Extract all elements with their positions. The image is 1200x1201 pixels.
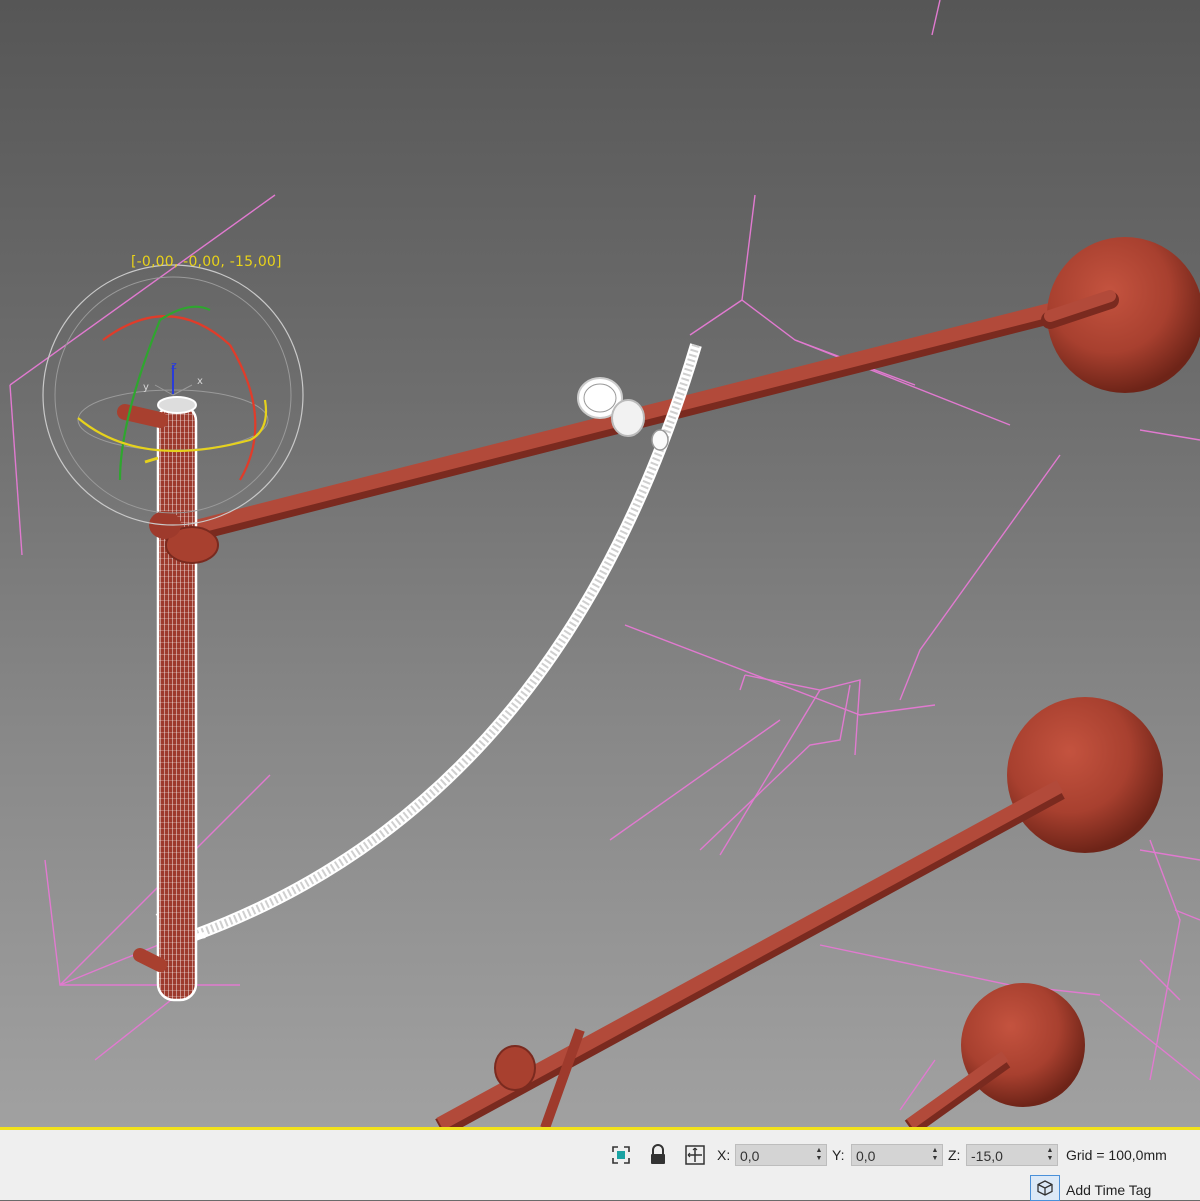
y-label: Y: <box>832 1147 845 1163</box>
perspective-viewport[interactable]: z y x [-0,00, -0,00, -15,00] <box>0 0 1200 1128</box>
z-spinner-arrows-icon[interactable]: ▲ ▼ <box>1045 1147 1055 1165</box>
x-coordinate-field[interactable]: 0,0 ▲ ▼ <box>735 1144 827 1166</box>
absolute-offset-icon[interactable] <box>682 1142 708 1168</box>
middle-ball <box>1007 697 1163 853</box>
upper-arm[interactable] <box>170 237 1200 545</box>
grid-size-label: Grid = 100,0mm <box>1066 1147 1167 1163</box>
z-value: -15,0 <box>971 1148 1003 1164</box>
lock-icon[interactable] <box>645 1142 671 1168</box>
z-label: Z: <box>948 1147 961 1163</box>
lower-arm[interactable] <box>435 697 1163 1128</box>
x-label: X: <box>717 1147 731 1163</box>
status-bar: X: 0,0 ▲ ▼ Y: 0,0 ▲ ▼ Z: -15,0 ▲ ▼ Grid = 1… <box>0 1130 1200 1201</box>
gizmo-axis-z-label: z <box>171 359 177 372</box>
y-value: 0,0 <box>856 1148 876 1164</box>
time-tag-icon[interactable] <box>1030 1175 1060 1201</box>
z-coordinate-field[interactable]: -15,0 ▲ ▼ <box>966 1144 1058 1166</box>
add-time-tag-button[interactable]: Add Time Tag <box>1066 1182 1151 1198</box>
gizmo-axis-y-label: y <box>143 382 149 393</box>
transform-coordinate-readout: [-0,00, -0,00, -15,00] <box>131 254 282 270</box>
gizmo-axis-x-label: x <box>197 376 203 387</box>
x-value: 0,0 <box>740 1148 760 1164</box>
vertical-rod-selected[interactable] <box>117 396 219 1002</box>
y-spinner-arrows-icon[interactable]: ▲ ▼ <box>930 1147 940 1165</box>
scene-canvas[interactable]: z y x <box>0 0 1200 1128</box>
x-spinner-arrows-icon[interactable]: ▲ ▼ <box>814 1147 824 1165</box>
y-coordinate-field[interactable]: 0,0 ▲ ▼ <box>851 1144 943 1166</box>
selection-toggle-icon[interactable] <box>608 1142 634 1168</box>
